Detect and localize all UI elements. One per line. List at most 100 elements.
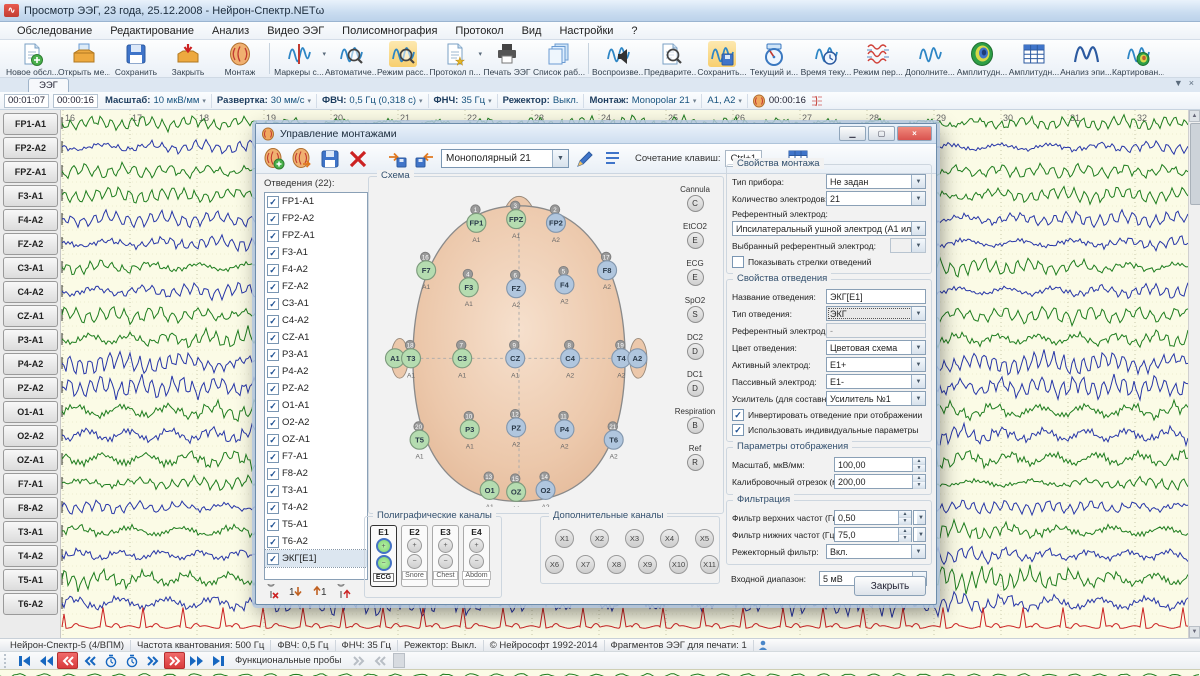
menu-item-3[interactable]: Видео ЭЭГ: [258, 23, 333, 39]
lead-checkbox[interactable]: ✓: [267, 502, 279, 514]
lead-item-O1-A1[interactable]: ✓O1-A1: [265, 397, 367, 414]
extra-channel-X4[interactable]: X4: [660, 529, 679, 548]
minus-contact[interactable]: −: [407, 554, 422, 569]
marker-list-icon[interactable]: [810, 95, 824, 107]
extra-channel-X5[interactable]: X5: [695, 529, 714, 548]
poly-channel-DC2[interactable]: DC2D: [669, 333, 721, 370]
lead-checkbox[interactable]: ✓: [267, 349, 279, 361]
nav-grip[interactable]: [393, 653, 405, 668]
lead-item-C3-A1[interactable]: ✓C3-A1: [265, 295, 367, 312]
lead-checkbox[interactable]: ✓: [267, 247, 279, 259]
delete-montage-icon[interactable]: [346, 147, 370, 171]
toolbar-button-gauge[interactable]: Текущий и...: [748, 40, 800, 77]
lead-item-FP1-A1[interactable]: ✓FP1-A1: [265, 193, 367, 210]
plus-contact[interactable]: +: [469, 538, 484, 553]
channel-label-T4-A2[interactable]: T4-A2: [3, 545, 58, 567]
toolbar-button-wave-speaker[interactable]: Воспроизве...: [592, 40, 644, 77]
minus-contact[interactable]: −: [469, 554, 484, 569]
channel-label-T3-A1[interactable]: T3-A1: [3, 521, 58, 543]
toolbar-button-amp-table[interactable]: Амплитудн...: [1008, 40, 1060, 77]
dropdown-arrow-icon[interactable]: ▾: [202, 97, 206, 105]
param-6[interactable]: A1, A2▾: [702, 94, 748, 108]
lead-checkbox[interactable]: ✓: [267, 485, 279, 497]
nav-fast-back-button[interactable]: [36, 653, 55, 668]
lead-checkbox[interactable]: ✓: [267, 332, 279, 344]
vertical-scrollbar[interactable]: ▲ ▼: [1188, 110, 1200, 638]
checkbox-Инвертировать отведение при отображении[interactable]: ✓Инвертировать отведение при отображении: [732, 407, 926, 422]
lead-item-T4-A2[interactable]: ✓T4-A2: [265, 499, 367, 516]
toolbar-button-montage-head[interactable]: Монтаж: [214, 40, 266, 77]
spinner-Фильтр нижних частот (Гц):[interactable]: 75,0▲▼: [834, 527, 912, 542]
toolbar-button-wave-zoom[interactable]: Режим расс...: [377, 40, 429, 77]
import-montage-icon[interactable]: [413, 147, 437, 171]
copy-montage-icon[interactable]: [290, 147, 314, 171]
select-Тип прибора:[interactable]: Не задан▼: [826, 174, 926, 189]
channel-label-FP2-A2[interactable]: FP2-A2: [3, 137, 58, 159]
lead-checkbox[interactable]: ✓: [267, 213, 279, 225]
lead-checkbox[interactable]: ✓: [267, 417, 279, 429]
select-Количество электродов:[interactable]: 21▼: [826, 191, 926, 206]
poly-card-E3[interactable]: E3+−Chest: [432, 525, 459, 587]
nav-jump-back-button[interactable]: [80, 653, 99, 668]
lead-checkbox[interactable]: ✓: [267, 400, 279, 412]
param-3[interactable]: ФНЧ:35 Гц▾: [429, 94, 498, 108]
select-Усилитель (для составного):[interactable]: Усилитель №1▼: [826, 391, 926, 406]
channel-label-O2-A2[interactable]: O2-A2: [3, 425, 58, 447]
montage-select[interactable]: Монополярный 21▼: [441, 149, 569, 168]
move-up-icon[interactable]: 1: [312, 584, 328, 602]
lead-item-PZ-A2[interactable]: ✓PZ-A2: [265, 380, 367, 397]
new-montage-icon[interactable]: [262, 147, 286, 171]
checkbox-Показывать стрелки отведений[interactable]: Показывать стрелки отведений: [732, 254, 926, 269]
extra-channel-X10[interactable]: X10: [669, 555, 688, 574]
lead-checkbox[interactable]: ✓: [267, 230, 279, 242]
lead-item-F4-A2[interactable]: ✓F4-A2: [265, 261, 367, 278]
toolbar-button-new-exam[interactable]: Новое обсл...: [6, 40, 58, 77]
poly-card-E2[interactable]: E2+−Snore: [401, 525, 428, 587]
preset-dropdown[interactable]: ▼: [913, 527, 926, 542]
lead-item-ЭКГ[E1][interactable]: ✓ЭКГ[E1]: [265, 550, 367, 567]
param-2[interactable]: ФВЧ:0,5 Гц (0,318 с)▾: [317, 94, 429, 108]
poly-channel-DC1[interactable]: DC1D: [669, 370, 721, 407]
minimize-button[interactable]: ▁: [839, 126, 866, 141]
channel-label-C4-A2[interactable]: C4-A2: [3, 281, 58, 303]
channel-label-F7-A1[interactable]: F7-A1: [3, 473, 58, 495]
move-down-icon[interactable]: 1: [288, 584, 304, 602]
menu-item-7[interactable]: Настройки: [550, 23, 622, 39]
channel-label-F8-A2[interactable]: F8-A2: [3, 497, 58, 519]
channel-label-OZ-A1[interactable]: OZ-A1: [3, 449, 58, 471]
nav-jump-forward-button[interactable]: [143, 653, 162, 668]
menu-item-6[interactable]: Вид: [513, 23, 551, 39]
toolbar-button-save[interactable]: Сохранить: [110, 40, 162, 77]
nav-timer-back-button[interactable]: [101, 653, 120, 668]
lead-item-P3-A1[interactable]: ✓P3-A1: [265, 346, 367, 363]
scroll-thumb[interactable]: [1190, 123, 1200, 205]
spinner-Масштаб, мкВ/мм:[interactable]: 100,00▲▼: [834, 457, 926, 472]
param-4[interactable]: Режектор:Выкл.: [498, 94, 585, 108]
param-0[interactable]: Масштаб:10 мкВ/мм▾: [100, 94, 212, 108]
select-Режекторный фильтр:[interactable]: Вкл.▼: [826, 544, 926, 559]
extra-channel-X6[interactable]: X6: [545, 555, 564, 574]
poly-channel-Ref[interactable]: RefR: [669, 444, 721, 481]
spinner-Калибровочный отрезок (мкВ):[interactable]: 200,00▲▼: [834, 474, 926, 489]
lead-checkbox[interactable]: ✓: [267, 383, 279, 395]
extra-channel-X8[interactable]: X8: [607, 555, 626, 574]
add-electrode-icon[interactable]: [336, 584, 352, 602]
menu-item-4[interactable]: Полисомнография: [333, 23, 446, 39]
export-montage-icon[interactable]: [385, 147, 409, 171]
dropdown-arrow-icon[interactable]: ▾: [488, 97, 492, 105]
close-button[interactable]: ×: [897, 126, 932, 141]
dropdown-arrow-icon[interactable]: ▾: [693, 97, 697, 105]
select-Выбранный референтный электрод:[interactable]: ▼: [890, 238, 926, 253]
extra-channel-X2[interactable]: X2: [590, 529, 609, 548]
lead-checkbox[interactable]: ✓: [267, 281, 279, 293]
poly-card-E4[interactable]: E4+−Abdom: [463, 525, 490, 587]
minus-contact[interactable]: −: [438, 554, 453, 569]
channel-label-P4-A2[interactable]: P4-A2: [3, 353, 58, 375]
select-Активный электрод:[interactable]: E1+▼: [826, 357, 926, 372]
close-pane-icon[interactable]: ×: [1189, 78, 1194, 88]
poly-channel-Cannula[interactable]: CannulaC: [669, 185, 721, 222]
input-Название отведения:[interactable]: ЭКГ[E1]: [826, 289, 926, 304]
toolbar-button-wave[interactable]: Дополните...: [904, 40, 956, 77]
lead-checkbox[interactable]: ✓: [267, 264, 279, 276]
param-5[interactable]: Монтаж:Monopolar 21▾: [584, 94, 702, 108]
